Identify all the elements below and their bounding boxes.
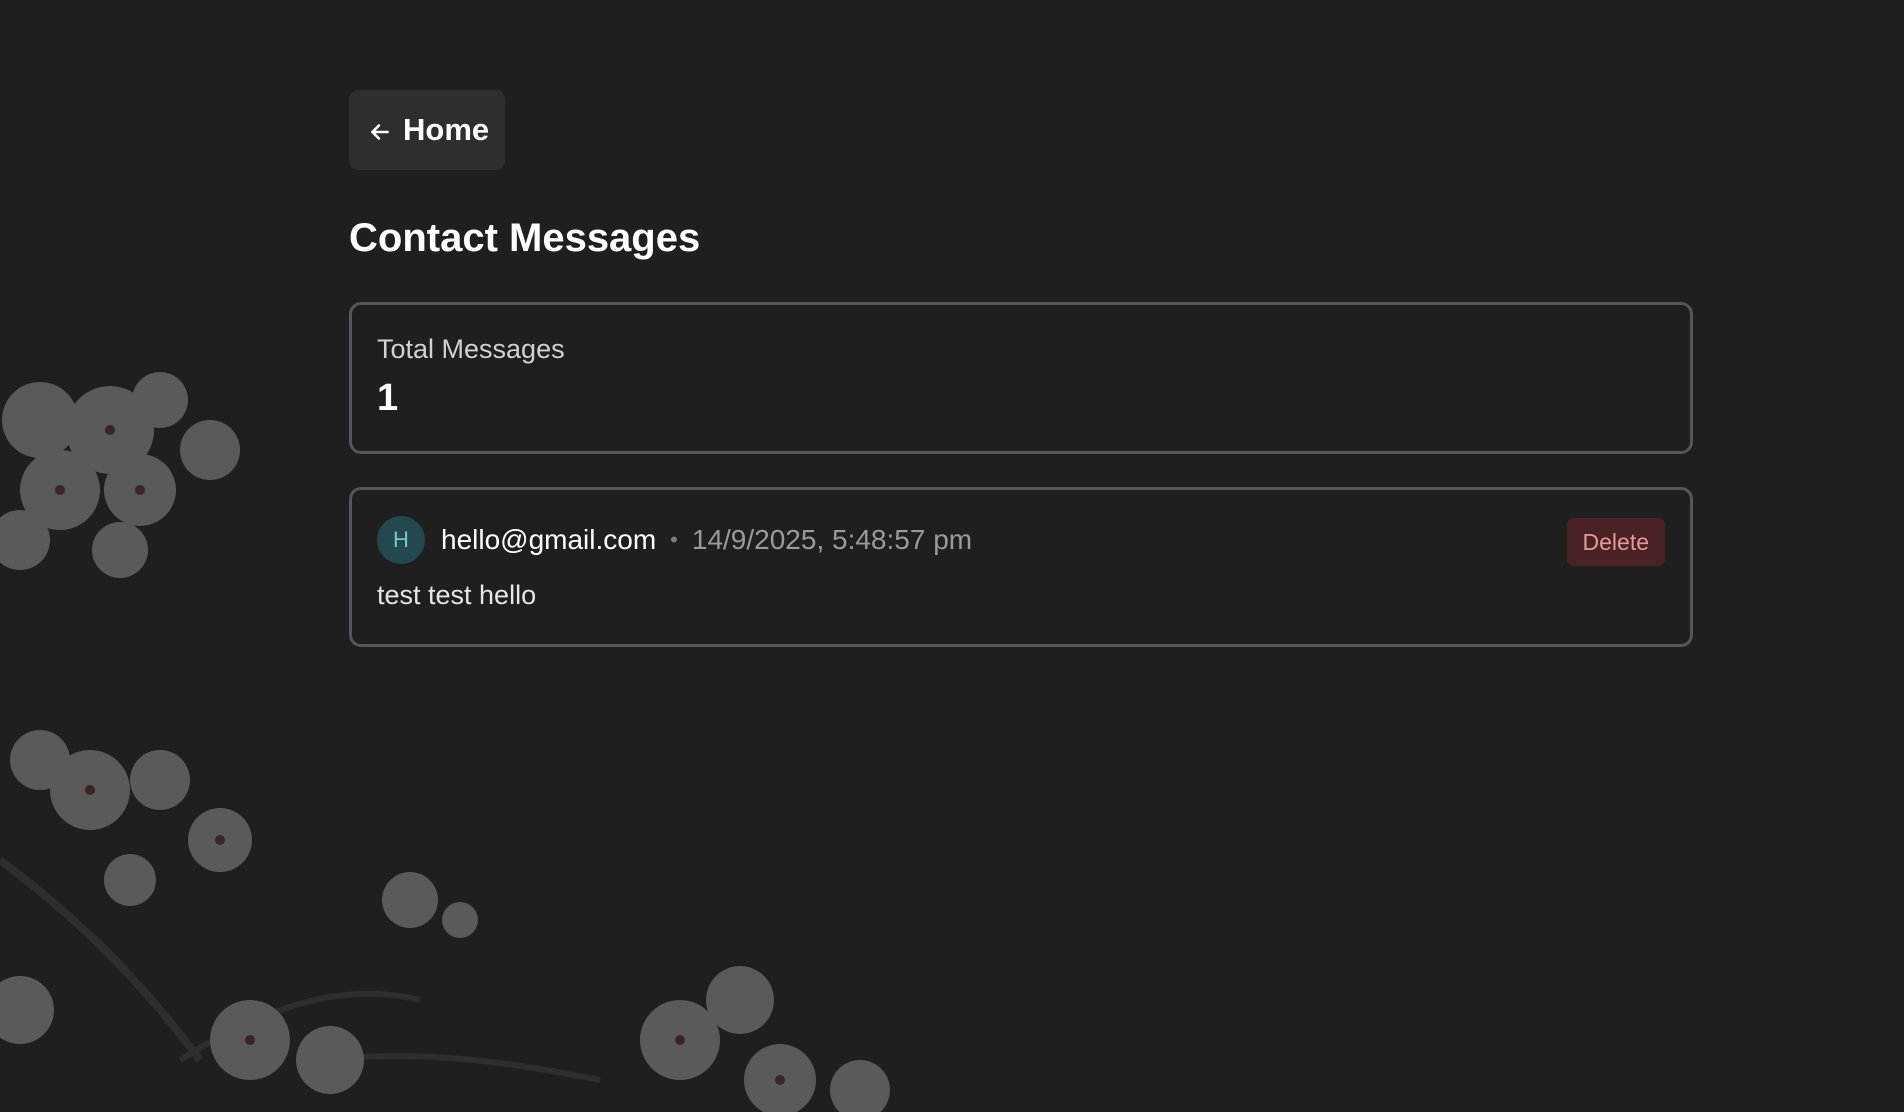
- message-timestamp: 14/9/2025, 5:48:57 pm: [691, 524, 973, 555]
- arrow-left-icon: [367, 119, 393, 145]
- delete-button[interactable]: Delete: [1566, 518, 1665, 566]
- total-messages-card: Total Messages 1: [349, 302, 1693, 454]
- avatar: H: [377, 516, 425, 564]
- main-content: Home Contact Messages Total Messages 1 H…: [349, 90, 1693, 647]
- separator-dot: •: [670, 527, 678, 552]
- message-header: H hello@gmail.com • 14/9/2025, 5:48:57 p…: [377, 516, 1665, 564]
- total-messages-value: 1: [377, 377, 399, 419]
- home-button-label: Home: [403, 112, 490, 147]
- message-card: H hello@gmail.com • 14/9/2025, 5:48:57 p…: [349, 487, 1693, 647]
- message-body: test test hello: [377, 580, 537, 610]
- home-button[interactable]: Home: [349, 90, 506, 170]
- total-messages-label: Total Messages: [377, 334, 565, 364]
- message-sender: hello@gmail.com: [441, 524, 657, 555]
- page-title: Contact Messages: [349, 216, 701, 260]
